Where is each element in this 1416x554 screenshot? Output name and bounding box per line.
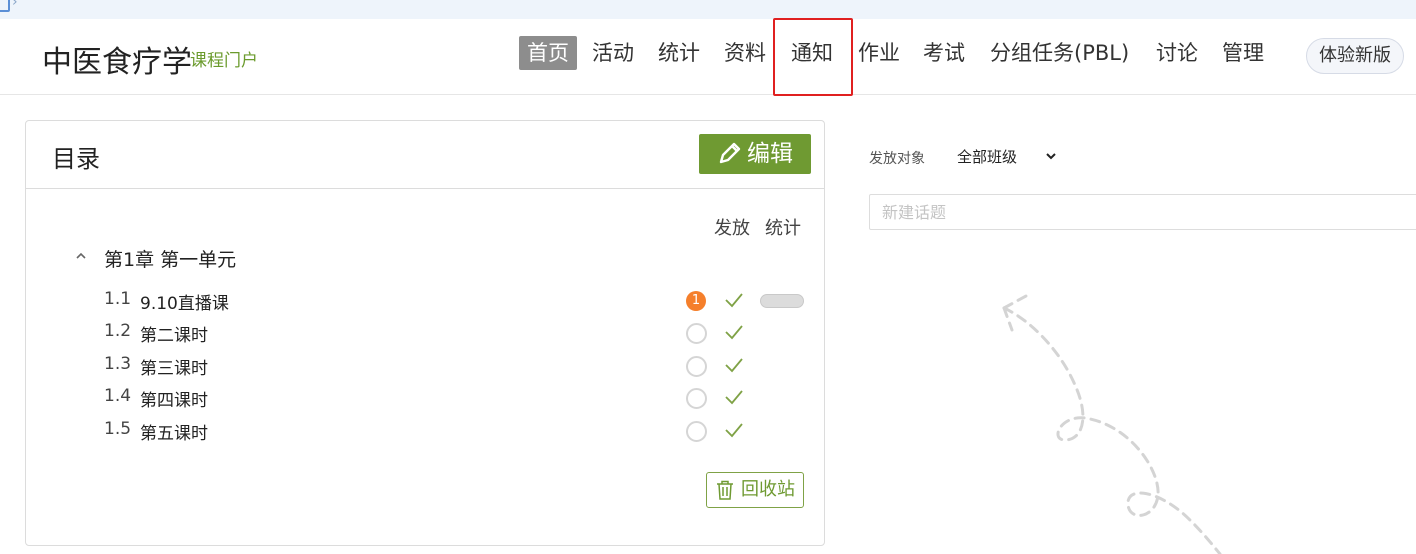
chevron-down-icon[interactable] [1045, 151, 1057, 161]
lesson-name[interactable]: 第五课时 [140, 419, 208, 444]
lesson-row[interactable]: 1.3 第三课时 [104, 354, 814, 380]
lesson-name[interactable]: 第四课时 [140, 386, 208, 411]
column-stats-header: 统计 [765, 218, 801, 239]
check-icon[interactable] [724, 357, 744, 373]
chapter-label[interactable]: 第1章 第一单元 [104, 245, 236, 272]
course-header: 中医食疗学 课程门户 首页 活动 统计 资料 通知 作业 考试 分组任务(PBL… [0, 18, 1416, 96]
empty-state-illustration [1002, 294, 1222, 554]
check-icon[interactable] [724, 292, 744, 308]
course-title[interactable]: 中医食疗学 [42, 37, 192, 81]
catalog-header: 目录 编辑 [26, 121, 824, 189]
nav-item-discussion[interactable]: 讨论 [1156, 36, 1198, 70]
check-icon[interactable] [724, 422, 744, 438]
release-count-badge[interactable]: 1 [686, 291, 706, 311]
lesson-row[interactable]: 1.1 9.10直播课 1 [104, 289, 814, 315]
lesson-name[interactable]: 第三课时 [140, 354, 208, 379]
release-circle-icon[interactable] [686, 323, 707, 344]
lesson-row[interactable]: 1.5 第五课时 [104, 419, 814, 445]
release-circle-icon[interactable] [686, 388, 707, 409]
lesson-row[interactable]: 1.2 第二课时 [104, 321, 814, 347]
audience-label: 发放对象 [869, 151, 925, 167]
nav-item-activity[interactable]: 活动 [592, 36, 634, 70]
course-portal-label[interactable]: 课程门户 [190, 46, 258, 71]
lesson-number: 1.3 [104, 354, 132, 374]
nav-item-notice[interactable]: 通知 [773, 18, 853, 96]
lesson-name[interactable]: 9.10直播课 [140, 289, 229, 314]
lesson-number: 1.2 [104, 321, 132, 341]
nav-item-group-task[interactable]: 分组任务(PBL) [990, 36, 1129, 70]
nav-item-home[interactable]: 首页 [519, 36, 577, 70]
pencil-icon [719, 142, 741, 164]
trash-icon [717, 480, 733, 500]
lesson-row[interactable]: 1.4 第四课时 [104, 386, 814, 412]
release-circle-icon[interactable] [686, 356, 707, 377]
release-circle-icon[interactable] [686, 421, 707, 442]
lesson-name[interactable]: 第二课时 [140, 321, 208, 346]
recycle-bin-label: 回收站 [741, 479, 795, 500]
lesson-number: 1.5 [104, 419, 132, 439]
chevron-right-icon: › [12, 0, 18, 10]
edit-button[interactable]: 编辑 [699, 134, 811, 174]
audience-selected-value[interactable]: 全部班级 [957, 148, 1017, 166]
nav-item-manage[interactable]: 管理 [1222, 36, 1264, 70]
nav-item-homework[interactable]: 作业 [858, 36, 900, 70]
lesson-number: 1.4 [104, 386, 132, 406]
nav-item-materials[interactable]: 资料 [724, 36, 766, 70]
check-icon[interactable] [724, 389, 744, 405]
catalog-title: 目录 [52, 145, 100, 173]
audience-select[interactable]: 全部班级 [957, 146, 1056, 167]
nav-item-exam[interactable]: 考试 [923, 36, 965, 70]
chevron-up-icon[interactable] [76, 251, 86, 261]
nav-item-statistics[interactable]: 统计 [658, 36, 700, 70]
try-new-version-button[interactable]: 体验新版 [1306, 38, 1404, 74]
edit-button-label: 编辑 [747, 141, 793, 167]
check-icon[interactable] [724, 324, 744, 340]
catalog-panel: 目录 编辑 发放 统计 第1章 第一单元 1.1 9.10直播课 1 1.2 第… [25, 120, 825, 546]
new-topic-input[interactable] [869, 194, 1416, 230]
stats-bar[interactable] [760, 294, 804, 308]
recycle-bin-button[interactable]: 回收站 [706, 472, 804, 508]
home-icon[interactable] [0, 0, 10, 12]
lesson-number: 1.1 [104, 289, 132, 309]
top-breadcrumb-strip: › [0, 0, 1416, 19]
column-release-header: 发放 [714, 218, 750, 239]
